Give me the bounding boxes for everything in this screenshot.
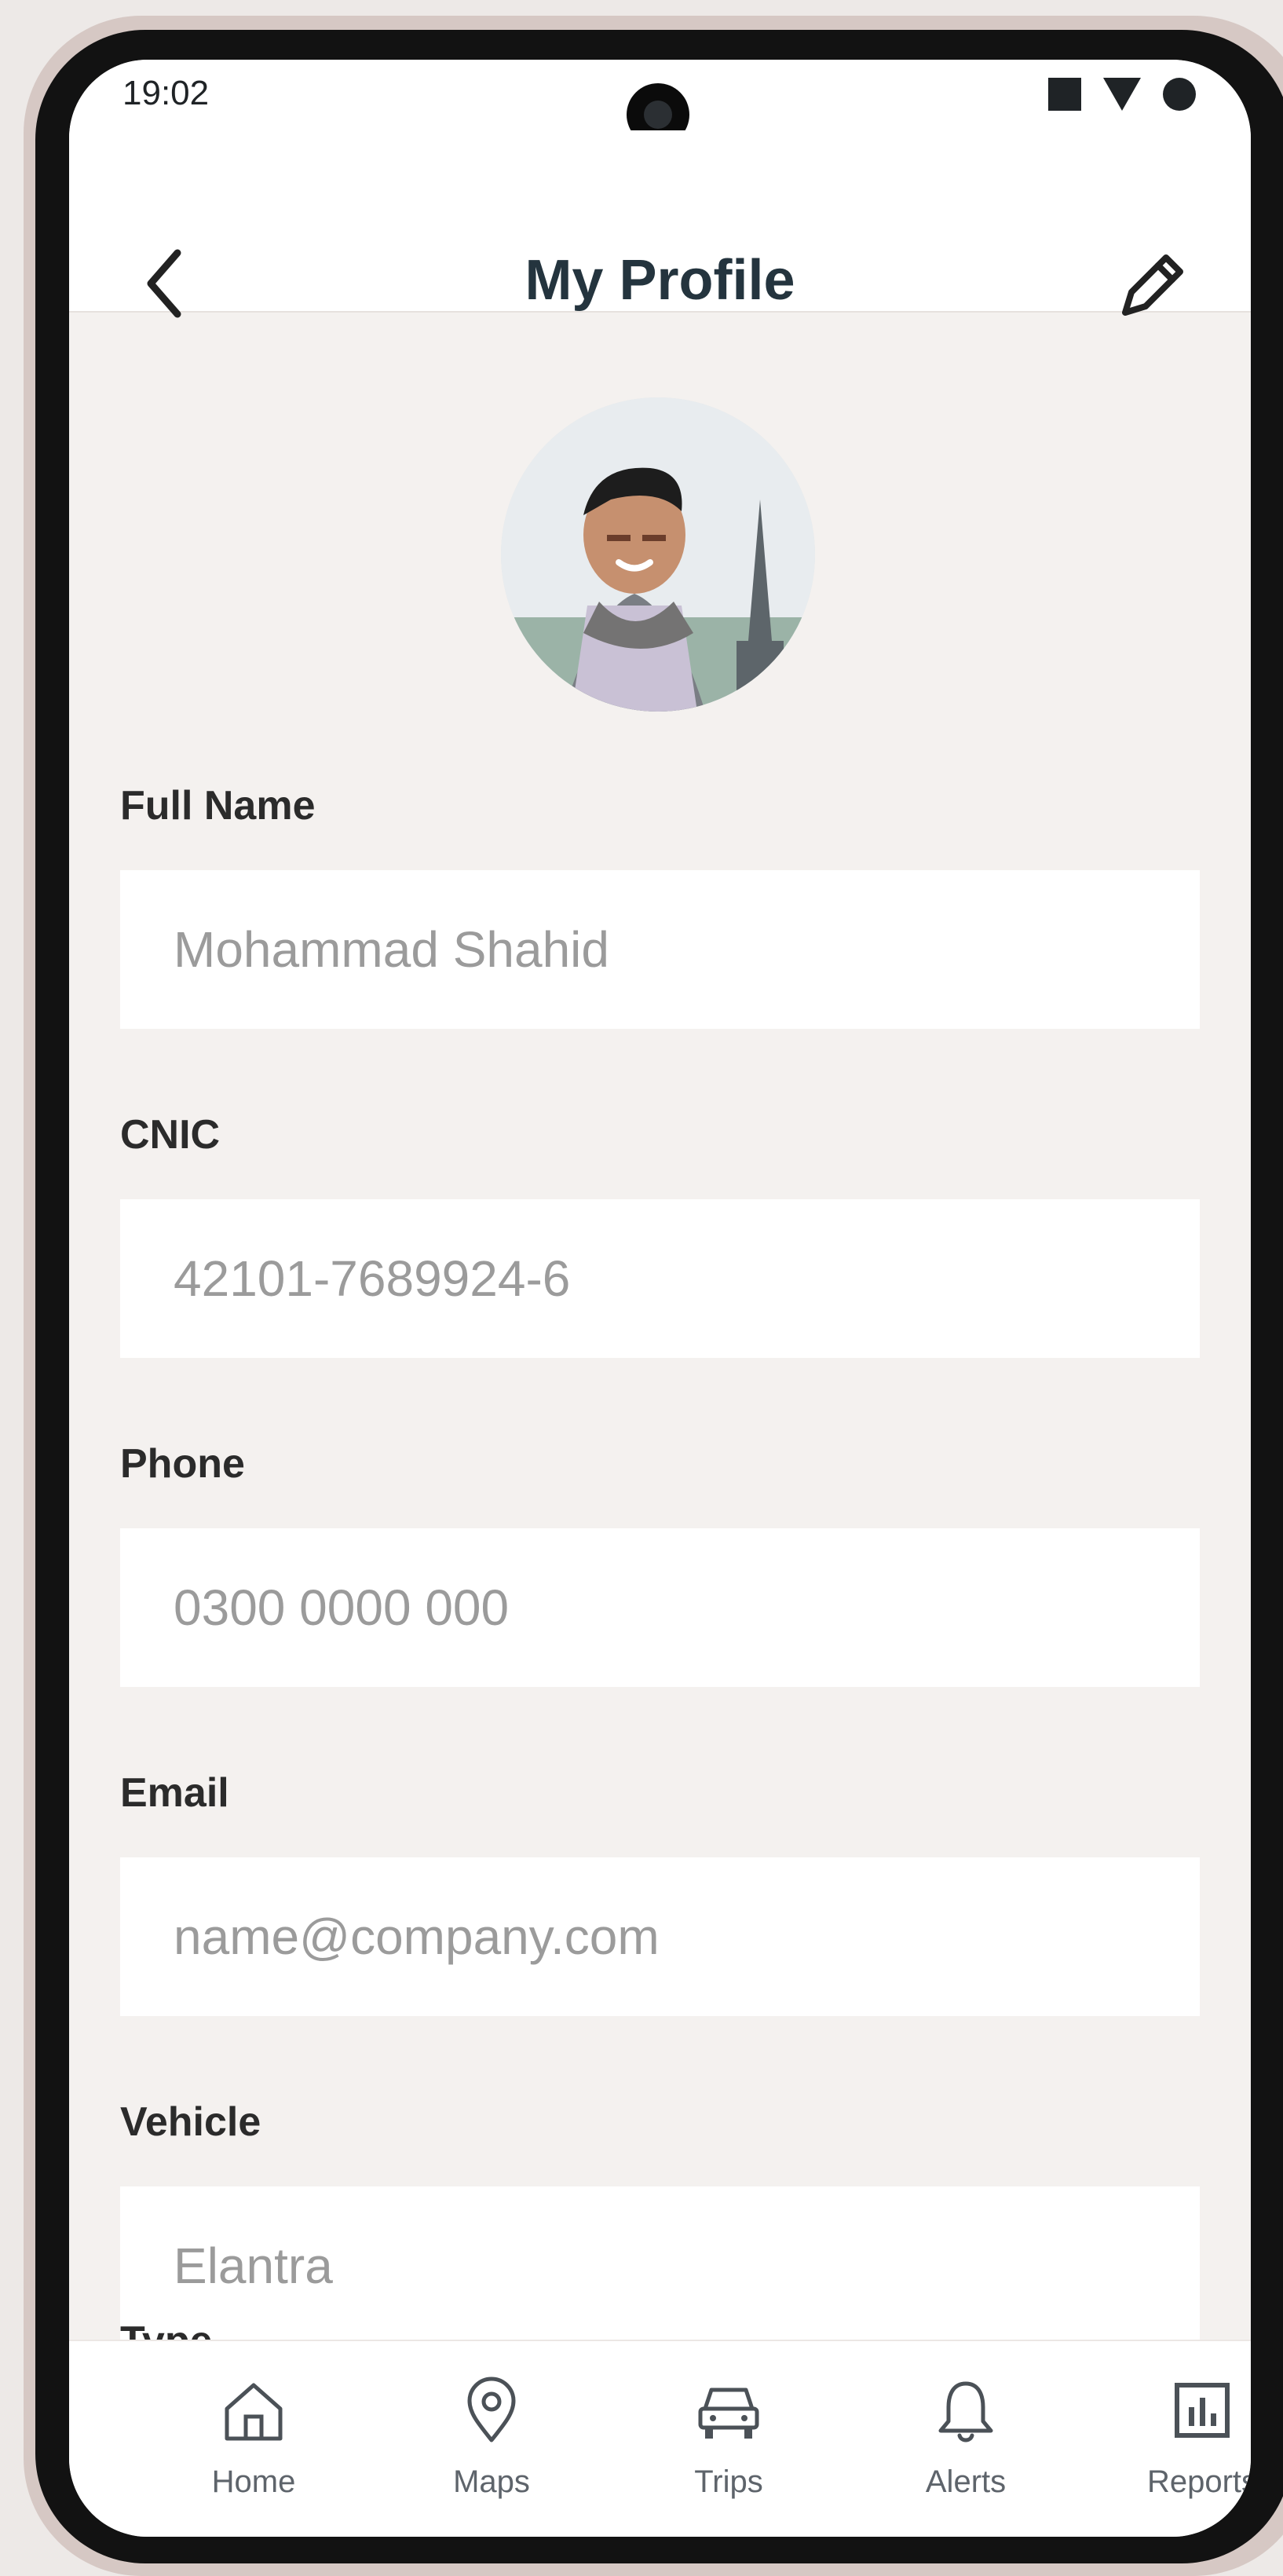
signal-icon (1103, 78, 1141, 111)
phone-field: Phone (120, 1440, 1200, 1687)
vehicle-label: Vehicle (120, 2099, 261, 2145)
battery-icon (1163, 78, 1196, 111)
full-name-field: Full Name (120, 782, 1200, 1029)
pencil-icon (1122, 254, 1183, 316)
edit-profile-button[interactable] (1109, 240, 1196, 327)
page-title: My Profile (525, 249, 795, 312)
phone-label: Phone (120, 1441, 245, 1487)
profile-form: Full Name CNIC Phone Email Vehicle (120, 782, 1200, 2428)
nav-trips[interactable]: Trips (642, 2376, 815, 2517)
email-label: Email (120, 1770, 229, 1816)
car-icon (698, 2388, 759, 2439)
nav-maps-label: Maps (453, 2464, 530, 2499)
nav-reports[interactable]: Reports (1116, 2376, 1251, 2517)
full-name-label: Full Name (120, 783, 316, 829)
full-name-input[interactable] (120, 870, 1200, 1029)
vehicle-input[interactable] (120, 2186, 1200, 2345)
nav-maps[interactable]: Maps (405, 2376, 578, 2517)
profile-photo (501, 397, 815, 712)
home-icon (225, 2383, 283, 2441)
app-header: My Profile (69, 130, 1251, 318)
stop-icon (1048, 78, 1081, 111)
status-icons (1048, 75, 1196, 113)
nav-home[interactable]: Home (167, 2376, 340, 2517)
nav-alerts-label: Alerts (925, 2464, 1007, 2499)
status-time: 19:02 (122, 74, 210, 112)
email-input[interactable] (120, 1857, 1200, 2016)
bell-icon (938, 2381, 993, 2442)
bottom-navigation: Home Maps Trips Alerts Reports (69, 2340, 1251, 2537)
nav-reports-label: Reports (1146, 2464, 1251, 2499)
email-field: Email (120, 1769, 1200, 2016)
vehicle-field: Vehicle (120, 2098, 1200, 2345)
phone-input[interactable] (120, 1528, 1200, 1687)
app-screen: 19:02 My Profile Full Name Mohammad Shah… (69, 60, 1251, 2537)
map-pin-icon (467, 2377, 516, 2442)
cnic-input[interactable] (120, 1199, 1200, 1358)
profile-avatar[interactable] (501, 397, 815, 712)
nav-home-label: Home (211, 2464, 296, 2499)
status-bar: 19:02 (69, 60, 1251, 146)
nav-alerts[interactable]: Alerts (879, 2376, 1052, 2517)
cnic-field: CNIC (120, 1111, 1200, 1358)
reports-icon (1175, 2383, 1230, 2438)
nav-trips-label: Trips (694, 2464, 763, 2499)
cnic-label: CNIC (120, 1112, 221, 1158)
